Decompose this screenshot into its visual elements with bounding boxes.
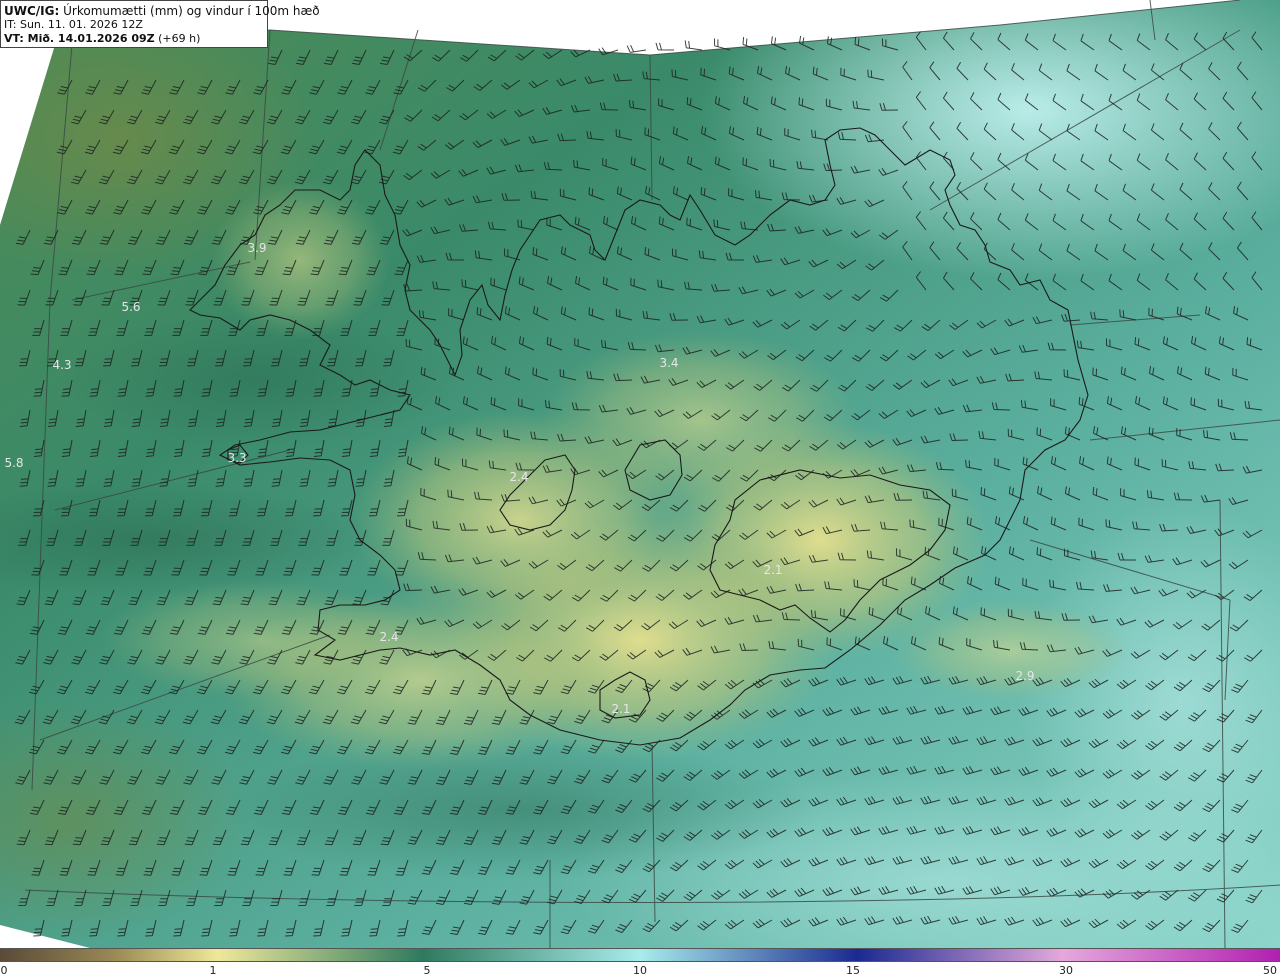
value-5-8-far-west: 5.8 [4,456,24,470]
valid-time: VT: Mið. 14.01.2026 09Z [4,32,155,45]
value-2-1-myrdalsjokull: 2.1 [611,702,631,716]
colorbar-tick-30: 30 [1059,964,1073,977]
precipitation-colorbar: 0 1 5 10 15 30 50 [0,948,1280,978]
map-info-box: UWC/IG: Úrkomumætti (mm) og vindur í 100… [0,0,320,48]
colorbar-strip [0,948,1280,962]
map-canvas [0,0,1280,948]
colorbar-tick-1: 1 [209,964,217,977]
value-5-6-west-sea: 5.6 [121,300,141,314]
forecast-map: UWC/IG: Úrkomumætti (mm) og vindur í 100… [0,0,1280,948]
colorbar-tick-50: 50 [1263,964,1277,977]
value-4-3-west-sea: 4.3 [52,358,72,372]
value-3-3-snaefellsnes: 3.3 [227,451,247,465]
valid-time-line: VT: Mið. 14.01.2026 09Z (+69 h) [4,32,267,46]
value-2-4-langjokull: 2.4 [509,470,529,484]
colorbar-tick-0: 0 [0,964,8,977]
value-2-4-southwest: 2.4 [379,630,399,644]
colorbar-tick-5: 5 [423,964,431,977]
map-title: Úrkomumætti (mm) og vindur í 100m hæð [59,4,320,18]
colorbar-tick-15: 15 [846,964,860,977]
forecast-lead-time: (+69 h) [154,32,201,45]
value-2-1-vatnajokull: 2.1 [763,563,783,577]
colorbar-tick-10: 10 [633,964,647,977]
init-time: IT: Sun. 11. 01. 2026 12Z [4,18,143,31]
value-2-9-southeast-sea: 2.9 [1015,669,1035,683]
product-label: UWC/IG: [4,4,60,18]
value-3-4-north: 3.4 [659,356,679,370]
value-3-9-westfjords: 3.9 [247,241,267,255]
map-title-line: UWC/IG: Úrkomumætti (mm) og vindur í 100… [4,4,320,18]
